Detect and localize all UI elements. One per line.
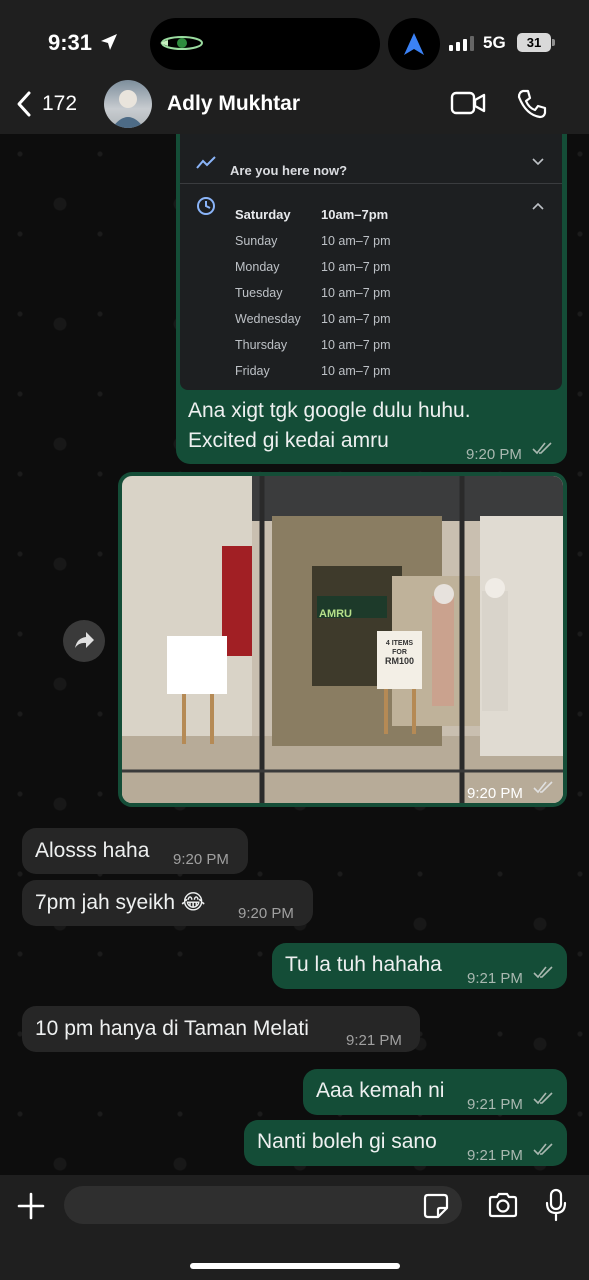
message-bubble-incoming[interactable]: Alosss haha 9:20 PM (22, 828, 248, 874)
chat-area[interactable]: Are you here now? Saturday 10am–7pm Sunda… (0, 134, 589, 1175)
hours-row: Monday 10 am–7 pm (235, 260, 391, 274)
status-bar: 9:31 5G 31 (0, 0, 589, 80)
hours-row: Friday 10 am–7 pm (235, 364, 391, 378)
message-bubble-incoming[interactable]: 7pm jah syeikh 😂 9:20 PM (22, 880, 313, 926)
message-composer (0, 1175, 589, 1280)
live-busyness-label: Are you here now? (230, 163, 348, 178)
forward-button[interactable] (63, 620, 105, 662)
network-type: 5G (483, 33, 506, 52)
trend-chart-icon (196, 156, 216, 169)
promo-sign: 4 ITEMS FOR RM100 (384, 640, 414, 666)
message-bubble-incoming[interactable]: 10 pm hanya di Taman Melati 9:21 PM (22, 1006, 420, 1052)
message-bubble-outgoing-photo[interactable]: AMRU 4 ITEMS FOR RM100 9:20 PM (118, 472, 567, 807)
message-time: 9:20 PM (467, 785, 523, 802)
read-ticks-icon (533, 1143, 553, 1156)
store-sign: AMRU (319, 608, 352, 620)
message-time: 9:20 PM (466, 446, 522, 463)
signal-icon (449, 35, 474, 51)
message-text: Alosss haha (35, 839, 150, 862)
battery-icon: 31 (517, 33, 551, 52)
home-indicator[interactable] (190, 1263, 400, 1269)
message-text: 7pm jah syeikh 😂 (35, 891, 206, 914)
hours-row: Sunday 10 am–7 pm (235, 234, 391, 248)
contact-name[interactable]: Adly Mukhtar (167, 92, 300, 116)
back-button[interactable]: 172 (16, 90, 77, 118)
message-text: Nanti boleh gi sano (257, 1130, 437, 1153)
message-bubble-outgoing[interactable]: Are you here now? Saturday 10am–7pm Sunda… (176, 134, 567, 464)
message-time: 9:21 PM (467, 1096, 523, 1113)
avatar[interactable] (104, 80, 152, 128)
storefront-photo-drawing (122, 476, 563, 803)
navigation-arrow-icon (404, 33, 424, 55)
status-time: 9:31 (48, 30, 93, 55)
message-time: 9:20 PM (238, 905, 294, 922)
chevron-down-icon[interactable] (532, 158, 544, 166)
message-bubble-outgoing[interactable]: Nanti boleh gi sano 9:21 PM (244, 1120, 567, 1166)
message-input[interactable] (64, 1186, 462, 1224)
message-time: 9:21 PM (346, 1032, 402, 1049)
chevron-up-icon[interactable] (532, 202, 544, 210)
video-call-icon[interactable] (450, 90, 486, 116)
message-text: Tu la tuh hahaha (285, 953, 442, 976)
hours-row-today: Saturday 10am–7pm (235, 207, 389, 222)
read-ticks-icon (533, 781, 553, 794)
microphone-icon[interactable] (545, 1188, 567, 1222)
battery-tip (552, 39, 555, 46)
sticker-icon[interactable] (423, 1193, 449, 1219)
location-arrow-icon (101, 34, 117, 50)
clock-icon (197, 197, 215, 215)
read-ticks-icon (533, 1092, 553, 1105)
message-time: 9:20 PM (173, 851, 229, 868)
live-busyness-row[interactable]: Are you here now? (180, 142, 562, 184)
navigation-activity (388, 18, 440, 70)
read-ticks-icon (533, 966, 553, 979)
plus-icon[interactable] (16, 1191, 46, 1221)
opening-hours-list: Saturday 10am–7pm Sunday 10 am–7 pm Monday… (235, 200, 390, 382)
app-logo-icon (160, 36, 203, 50)
storefront-photo[interactable]: AMRU 4 ITEMS FOR RM100 (122, 476, 563, 803)
avatar-person-icon (112, 90, 144, 128)
message-time: 9:21 PM (467, 1147, 523, 1164)
unread-count: 172 (42, 92, 78, 115)
hours-row: Wednesday 10 am–7 pm (235, 312, 391, 326)
hours-row: Tuesday 10 am–7 pm (235, 286, 391, 300)
place-hours-card[interactable]: Are you here now? Saturday 10am–7pm Sunda… (180, 134, 562, 390)
phone-call-icon[interactable] (516, 88, 548, 120)
forward-arrow-icon (75, 632, 94, 648)
hours-row: Thursday 10 am–7 pm (235, 338, 391, 352)
chevron-left-icon (17, 91, 31, 117)
message-bubble-outgoing[interactable]: Aaa kemah ni 9:21 PM (303, 1069, 567, 1115)
chat-header: 172 Adly Mukhtar (0, 80, 589, 134)
read-ticks-icon (532, 442, 552, 455)
message-bubble-outgoing[interactable]: Tu la tuh hahaha 9:21 PM (272, 943, 567, 989)
message-time: 9:21 PM (467, 970, 523, 987)
camera-icon[interactable] (487, 1191, 519, 1219)
message-text: Aaa kemah ni (316, 1079, 445, 1102)
message-text: 10 pm hanya di Taman Melati (35, 1017, 309, 1040)
